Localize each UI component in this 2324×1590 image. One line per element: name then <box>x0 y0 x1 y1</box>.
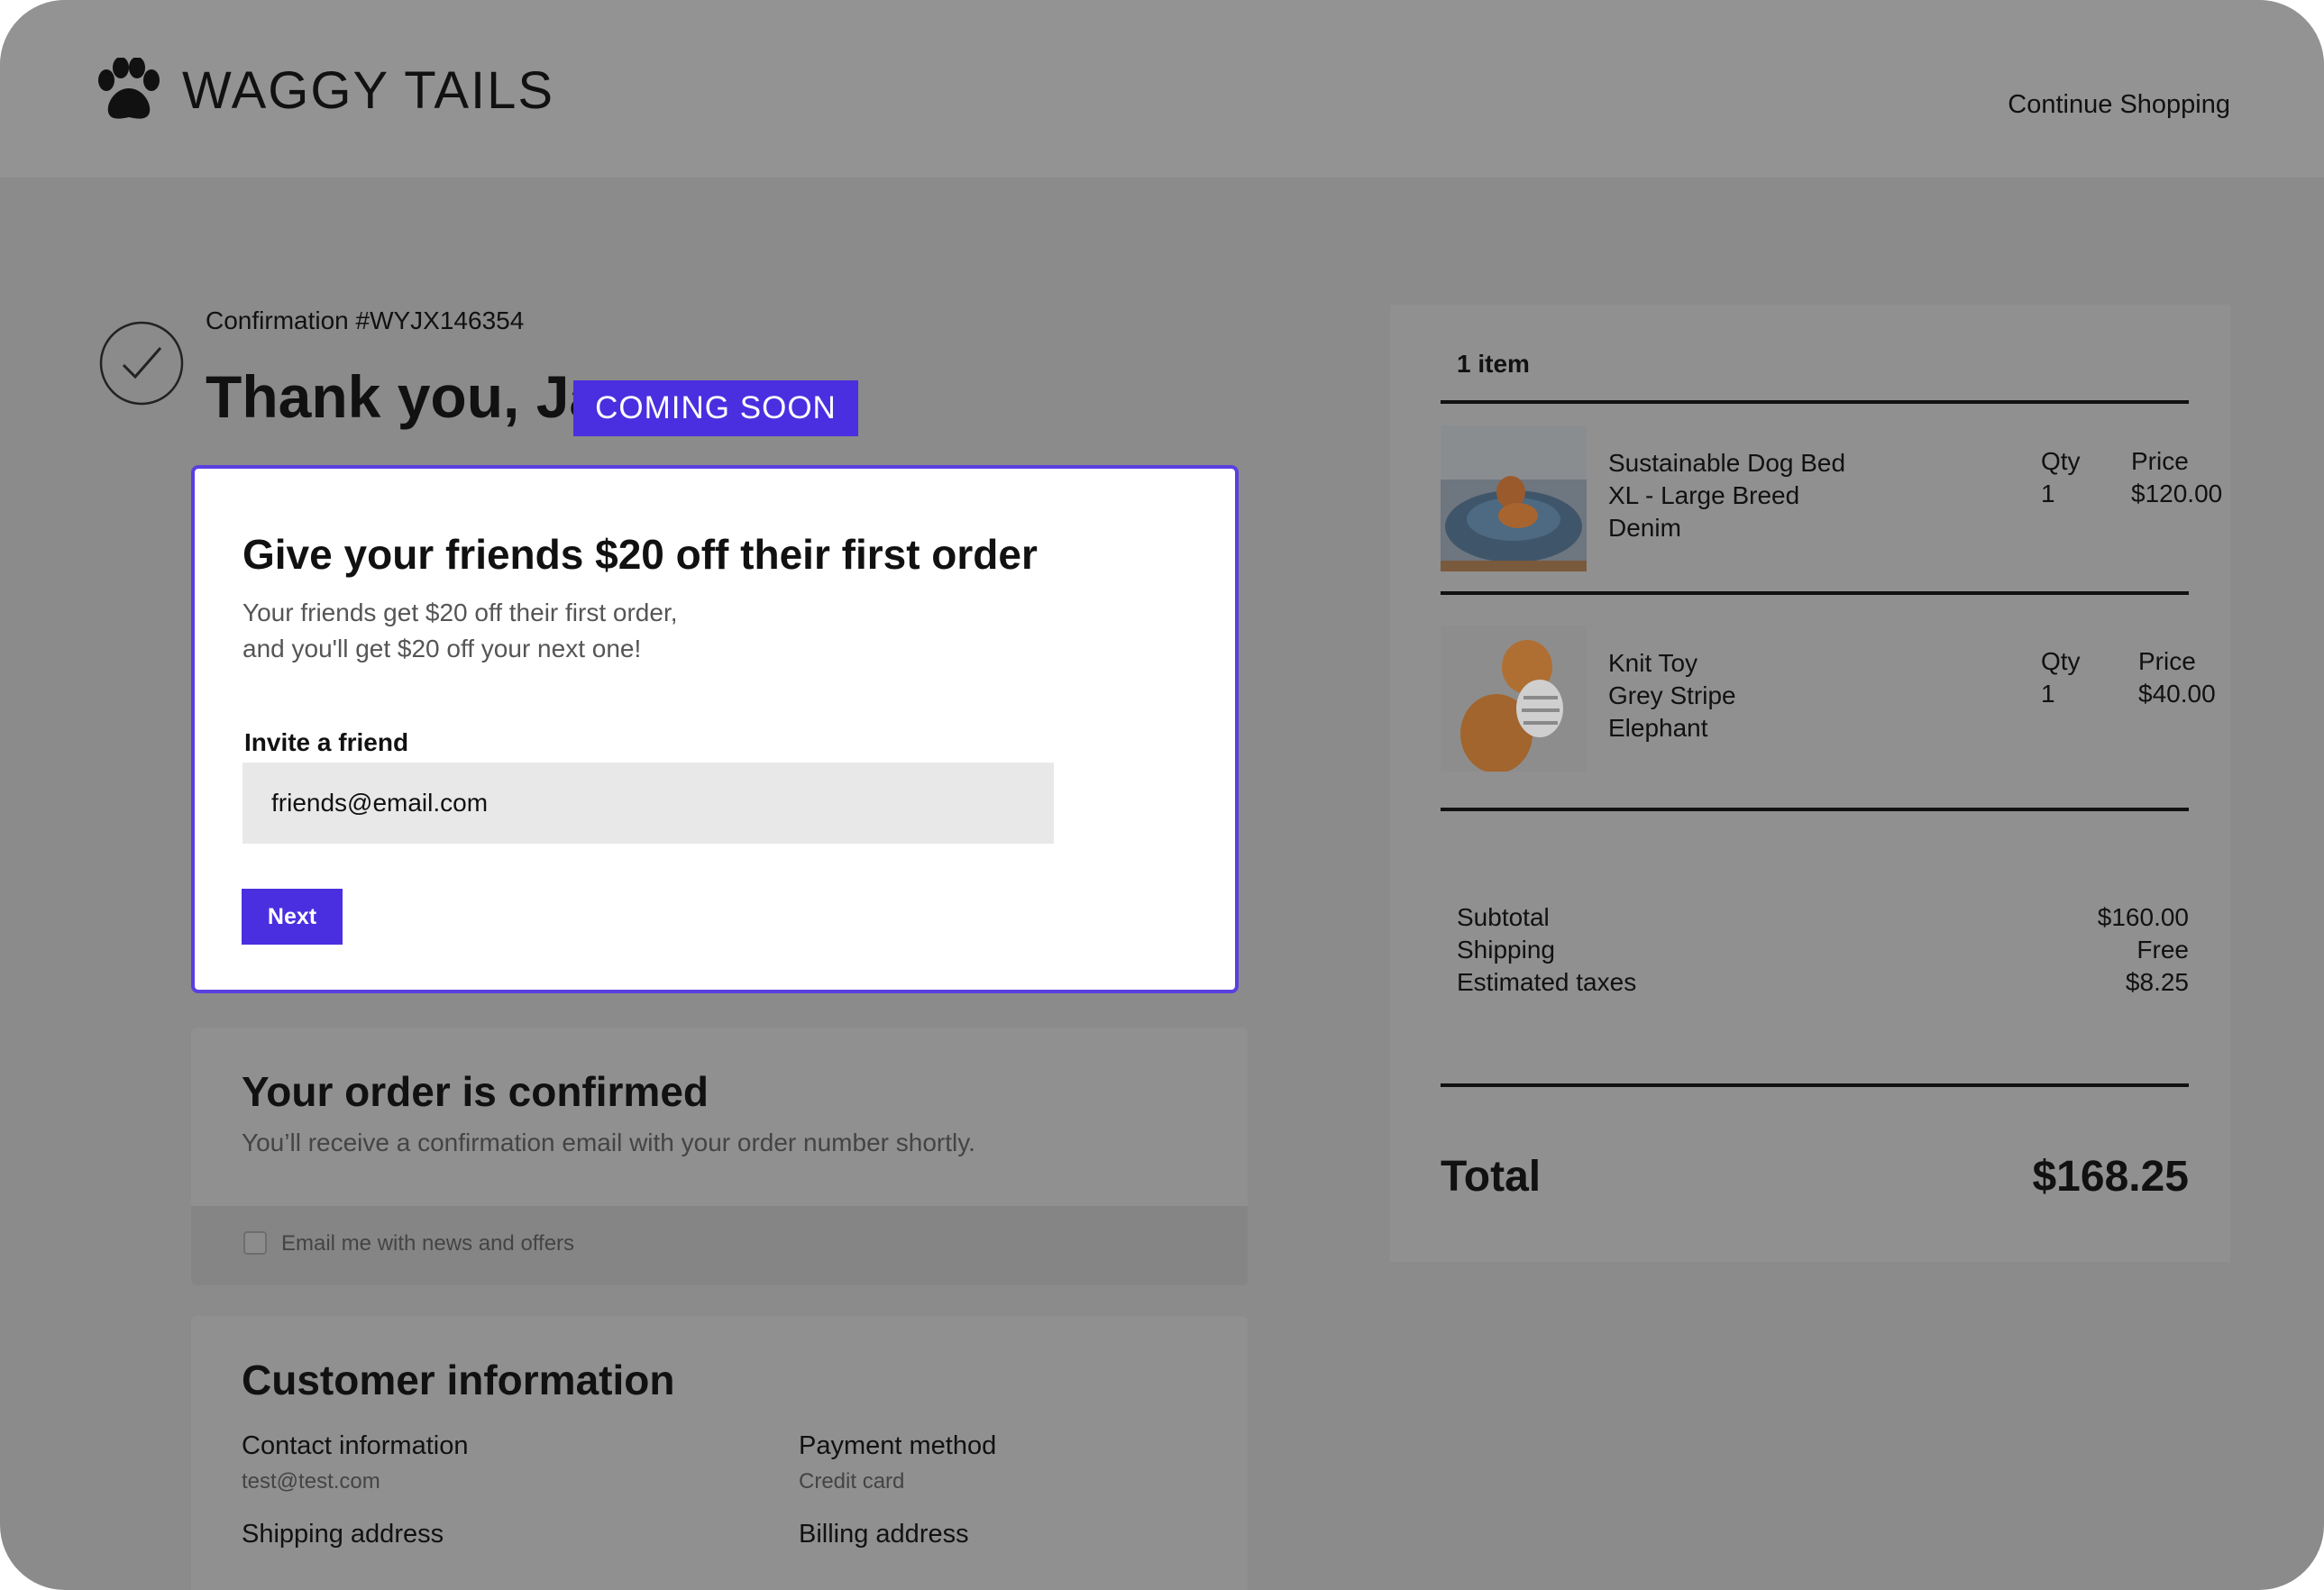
subtotal-label: Subtotal <box>1457 903 1550 931</box>
product-name: Sustainable Dog Bed XL - Large Breed Den… <box>1608 447 1845 544</box>
price-value: $40.00 <box>2138 680 2216 708</box>
customer-info-card: Customer information Contact information… <box>191 1316 1248 1590</box>
product-image-dog-bed <box>1441 425 1587 571</box>
page-frame: WAGGY TAILS Continue Shopping Confirmati… <box>0 0 2324 1590</box>
newsletter-label[interactable]: Email me with news and offers <box>281 1231 574 1256</box>
item-count: 1 item <box>1457 350 1530 378</box>
product-name-line: Knit Toy <box>1608 649 1698 677</box>
product-price: Price $120.00 <box>2131 445 2222 510</box>
divider <box>1441 808 2189 811</box>
total-value: $168.25 <box>2032 1153 2189 1201</box>
shipping-address-label: Shipping address <box>242 1520 444 1549</box>
product-price: Price $40.00 <box>2138 645 2216 710</box>
qty-value: 1 <box>2041 480 2055 507</box>
cart-item: Knit Toy Grey Stripe Elephant Qty 1 Pric… <box>1441 626 2234 772</box>
order-confirmed-card: Your order is confirmed You’ll receive a… <box>191 1028 1248 1285</box>
logo[interactable]: WAGGY TAILS <box>94 56 554 124</box>
divider <box>1441 1083 2189 1087</box>
product-name-line: Sustainable Dog Bed <box>1608 449 1846 477</box>
taxes-label: Estimated taxes <box>1457 968 1637 996</box>
payment-method-value: Credit card <box>799 1469 905 1494</box>
referral-card: Give your friends $20 off their first or… <box>191 465 1239 993</box>
continue-shopping-link[interactable]: Continue Shopping <box>2008 90 2230 120</box>
invite-friend-label: Invite a friend <box>244 728 409 756</box>
product-qty: Qty 1 <box>2041 645 2081 710</box>
qty-label: Qty <box>2041 647 2081 675</box>
contact-info-label: Contact information <box>242 1431 469 1460</box>
thank-you-heading: Thank you, Ja <box>206 363 603 430</box>
confirmation-number: Confirmation #WYJX146354 <box>206 306 525 334</box>
referral-desc-line1: Your friends get $20 off their first ord… <box>242 599 678 626</box>
newsletter-checkbox[interactable] <box>243 1231 267 1255</box>
newsletter-optin: Email me with news and offers <box>191 1206 1248 1285</box>
product-color-line: Denim <box>1608 514 1681 542</box>
order-confirmed-title: Your order is confirmed <box>242 1068 709 1115</box>
shipping-value: Free <box>2136 936 2189 964</box>
divider <box>1441 400 2189 404</box>
paw-icon <box>98 58 160 119</box>
product-qty: Qty 1 <box>2041 445 2081 510</box>
cart-item: Sustainable Dog Bed XL - Large Breed Den… <box>1441 425 2234 571</box>
referral-desc-line2: and you'll get $20 off your next one! <box>242 635 642 662</box>
billing-address-label: Billing address <box>799 1520 969 1549</box>
taxes-value: $8.25 <box>2125 968 2189 996</box>
order-summary: 1 item Sustainable Dog Bed XL - Large Br… <box>1390 305 2230 1262</box>
referral-description: Your friends get $20 off their first ord… <box>242 595 874 667</box>
product-color-line: Elephant <box>1608 714 1708 742</box>
order-confirmed-description: You’ll receive a confirmation email with… <box>242 1129 975 1156</box>
check-circle-icon <box>99 321 184 406</box>
next-button[interactable]: Next <box>242 889 343 945</box>
product-image-knit-toy <box>1441 626 1587 772</box>
contact-info-value: test@test.com <box>242 1469 380 1494</box>
price-value: $120.00 <box>2131 480 2223 507</box>
product-variant-line: XL - Large Breed <box>1608 481 1800 509</box>
payment-method-label: Payment method <box>799 1431 997 1460</box>
invite-email-input[interactable] <box>242 763 1054 844</box>
qty-label: Qty <box>2041 447 2081 475</box>
brand-name: WAGGY TAILS <box>182 60 555 120</box>
product-variant-line: Grey Stripe <box>1608 681 1736 709</box>
coming-soon-badge: COMING SOON <box>573 380 858 436</box>
qty-value: 1 <box>2041 680 2055 708</box>
customer-info-title: Customer information <box>242 1357 675 1403</box>
product-name: Knit Toy Grey Stripe Elephant <box>1608 647 1736 745</box>
subtotal-value: $160.00 <box>2097 903 2189 931</box>
price-label: Price <box>2131 447 2189 475</box>
price-label: Price <box>2138 647 2196 675</box>
site-header: WAGGY TAILS Continue Shopping <box>0 0 2324 178</box>
total-label: Total <box>1441 1153 1542 1201</box>
referral-title: Give your friends $20 off their first or… <box>242 531 1038 578</box>
shipping-label: Shipping <box>1457 936 1555 964</box>
divider <box>1441 591 2189 595</box>
